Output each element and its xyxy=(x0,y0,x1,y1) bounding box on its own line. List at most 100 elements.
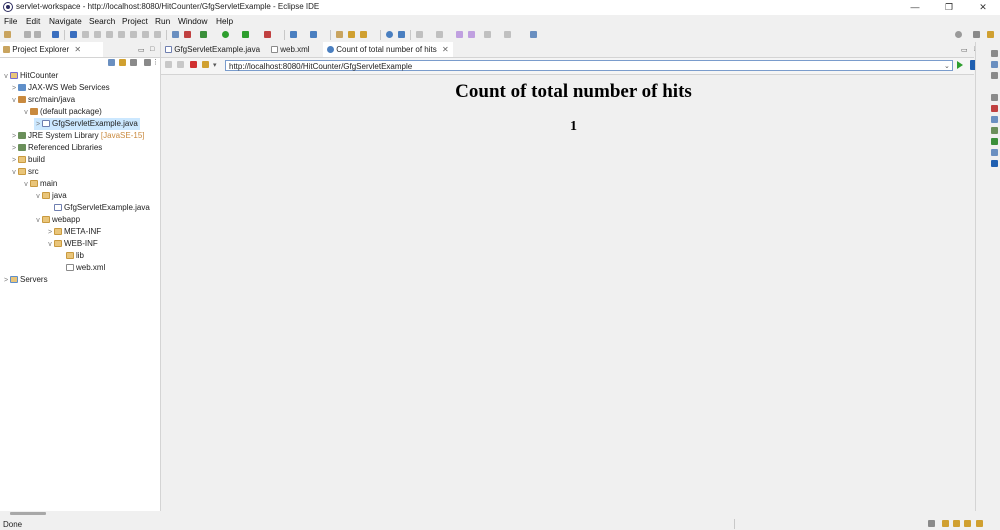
suspend-icon[interactable] xyxy=(94,31,101,38)
tips-icon[interactable] xyxy=(942,520,949,527)
tab-count-of-hits[interactable]: Count of total number of hits ✕ xyxy=(323,42,453,57)
tree-item-web-inf[interactable]: v WEB-INF xyxy=(46,238,98,250)
use-step-filters-icon[interactable] xyxy=(184,31,191,38)
step-over-icon[interactable] xyxy=(142,31,149,38)
snippets-icon[interactable] xyxy=(991,138,998,145)
tree-item-java[interactable]: v java xyxy=(34,190,66,202)
forward-history-icon[interactable] xyxy=(504,31,511,38)
close-window-button[interactable]: ✕ xyxy=(966,0,1000,15)
console-icon[interactable] xyxy=(991,149,998,156)
url-dropdown-icon[interactable]: ⌄ xyxy=(944,62,950,70)
tree-item-meta-inf[interactable]: > META-INF xyxy=(46,226,101,238)
back-icon[interactable] xyxy=(468,31,475,38)
task-status-icon[interactable] xyxy=(964,520,971,527)
view-menu-icon[interactable]: ⋮ xyxy=(152,58,159,66)
tree-item-servers[interactable]: > Servers xyxy=(2,274,48,286)
search-icon[interactable] xyxy=(955,31,962,38)
tree-item-src-main-java[interactable]: v src/main/java xyxy=(10,94,75,106)
go-icon[interactable] xyxy=(957,61,963,69)
terminal-view-icon[interactable] xyxy=(991,160,998,167)
close-tab-icon[interactable]: ✕ xyxy=(442,45,449,54)
refresh-icon[interactable] xyxy=(202,61,209,68)
close-tab-icon[interactable]: ✕ xyxy=(74,45,81,54)
url-bar[interactable]: http://localhost:8080/HitCounter/GfgServ… xyxy=(225,60,953,71)
coverage-icon[interactable] xyxy=(242,31,249,38)
markers-icon[interactable] xyxy=(991,94,998,101)
tree-item-gfgservletexample-java-file[interactable]: GfgServletExample.java xyxy=(46,202,150,214)
save-all-icon[interactable] xyxy=(34,31,41,38)
perspective-icon[interactable] xyxy=(973,31,980,38)
last-edit-location-icon[interactable] xyxy=(456,31,463,38)
new-java-class-icon[interactable] xyxy=(310,31,317,38)
forward-icon[interactable] xyxy=(484,31,491,38)
step-into-icon[interactable] xyxy=(130,31,137,38)
menu-run[interactable]: Run xyxy=(155,16,170,26)
tab-project-explorer[interactable]: Project Explorer ✕ xyxy=(0,42,103,57)
tree-item-jax-ws[interactable]: > JAX-WS Web Services xyxy=(10,82,110,94)
terminal-icon[interactable] xyxy=(52,31,59,38)
search-toolbar-icon[interactable] xyxy=(360,31,367,38)
new-icon[interactable] xyxy=(4,31,11,38)
previous-annotation-icon[interactable] xyxy=(436,31,443,38)
drop-frame-icon[interactable] xyxy=(172,31,179,38)
next-annotation-icon[interactable] xyxy=(416,31,423,38)
outline-icon[interactable] xyxy=(991,50,998,57)
tree-item-jre-system-library[interactable]: > JRE System Library [JavaSE-15] xyxy=(10,130,145,142)
open-task-icon[interactable] xyxy=(348,31,355,38)
data-source-icon[interactable] xyxy=(991,127,998,134)
chevron-down-icon[interactable]: ▾ xyxy=(213,61,217,69)
step-return-icon[interactable] xyxy=(154,31,161,38)
menu-project[interactable]: Project xyxy=(122,16,148,26)
tree-item-default-package[interactable]: v (default package) xyxy=(22,106,102,118)
tree-item-webapp[interactable]: v webapp xyxy=(34,214,80,226)
link-with-editor-icon[interactable] xyxy=(119,59,126,66)
pin-editor-icon[interactable] xyxy=(530,31,537,38)
updates-icon[interactable] xyxy=(953,520,960,527)
skip-breakpoints-icon[interactable] xyxy=(70,31,77,38)
focus-icon[interactable] xyxy=(144,59,151,66)
menu-edit[interactable]: Edit xyxy=(26,16,40,26)
menu-window[interactable]: Window xyxy=(178,16,208,26)
tab-gfgservletexample-java[interactable]: GfgServletExample.java xyxy=(165,42,263,57)
back-icon[interactable] xyxy=(165,61,172,68)
task-list-icon[interactable] xyxy=(991,61,998,68)
run-icon[interactable] xyxy=(222,31,229,38)
explorer-horizontal-scrollbar[interactable] xyxy=(10,512,46,515)
minimize-view-icon[interactable]: ▭ xyxy=(138,46,145,54)
forward-icon[interactable] xyxy=(177,61,184,68)
open-type-icon[interactable] xyxy=(336,31,343,38)
problems-icon[interactable] xyxy=(991,105,998,112)
tree-item-hitcounter[interactable]: v HitCounter xyxy=(2,70,58,82)
tree-item-gfgservletexample-java[interactable]: > GfgServletExample.java xyxy=(34,118,140,130)
tree-item-main[interactable]: v main xyxy=(22,178,57,190)
menu-search[interactable]: Search xyxy=(89,16,115,26)
minimize-button[interactable]: — xyxy=(898,0,932,15)
stop-icon[interactable] xyxy=(190,61,197,68)
tree-item-lib[interactable]: lib xyxy=(58,250,84,262)
resume-icon[interactable] xyxy=(82,31,89,38)
java-ee-perspective-icon[interactable] xyxy=(987,31,994,38)
background-tasks-icon[interactable] xyxy=(976,520,983,527)
tree-item-web-xml[interactable]: web.xml xyxy=(58,262,105,274)
debug-icon[interactable] xyxy=(200,31,207,38)
disconnect-icon[interactable] xyxy=(118,31,125,38)
tab-web-xml[interactable]: web.xml xyxy=(271,42,323,57)
maximize-view-icon[interactable]: □ xyxy=(150,46,154,53)
menu-navigate[interactable]: Navigate xyxy=(49,16,82,26)
open-web-browser-icon[interactable] xyxy=(386,31,393,38)
tree-item-referenced-libraries[interactable]: > Referenced Libraries xyxy=(10,142,102,154)
notifications-icon[interactable] xyxy=(928,520,935,527)
new-java-project-icon[interactable] xyxy=(290,31,297,38)
properties-icon[interactable] xyxy=(991,72,998,79)
collapse-all-icon[interactable] xyxy=(108,59,115,66)
maximize-button[interactable]: ❐ xyxy=(932,0,966,15)
minimize-editor-icon[interactable]: ▭ xyxy=(961,46,968,54)
save-icon[interactable] xyxy=(24,31,31,38)
menu-help[interactable]: Help xyxy=(216,16,233,26)
tree-item-build[interactable]: > build xyxy=(10,154,45,166)
servers-icon[interactable] xyxy=(991,116,998,123)
filter-icon[interactable] xyxy=(130,59,137,66)
terminate-icon[interactable] xyxy=(106,31,113,38)
annotation-icon[interactable] xyxy=(398,31,405,38)
external-tools-icon[interactable] xyxy=(264,31,271,38)
